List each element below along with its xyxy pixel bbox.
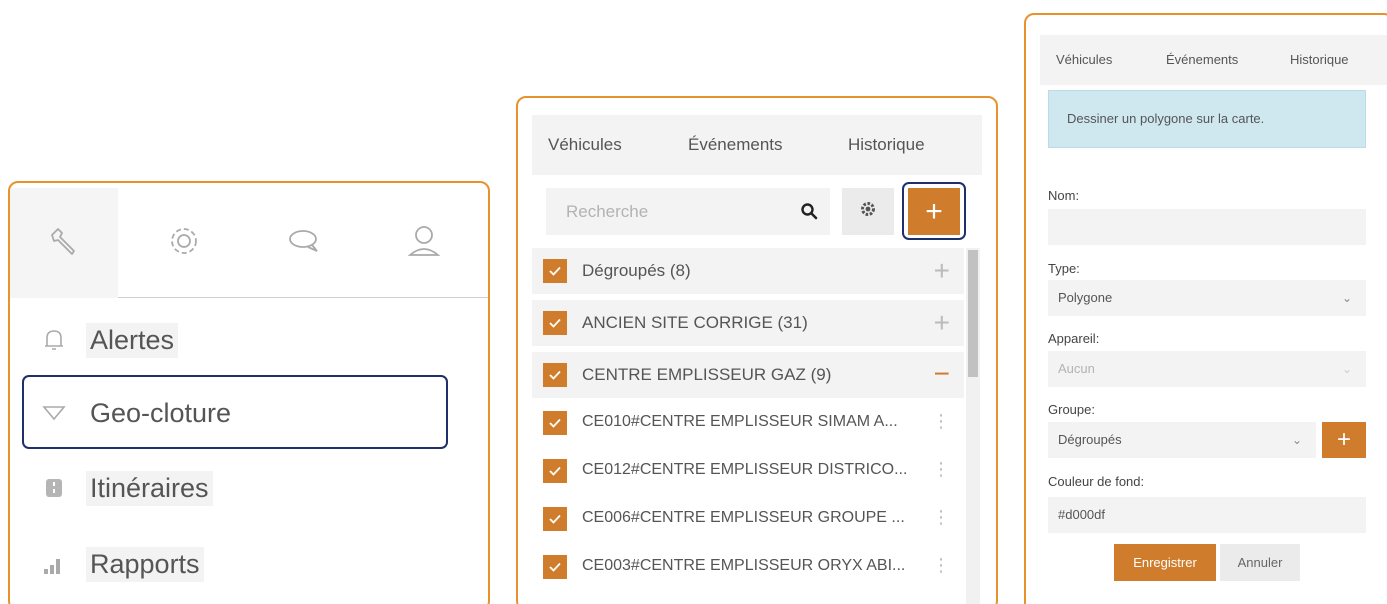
group-row[interactable]: ANCIEN SITE CORRIGE (31) + (532, 300, 964, 346)
group-label: Dégroupés (8) (582, 261, 691, 280)
device-label: CE006#CENTRE EMPLISSEUR GROUPE ... (582, 509, 905, 526)
gear-icon (859, 200, 877, 223)
device-select-value: Aucun (1058, 361, 1095, 376)
tab-events[interactable]: Événements (1166, 35, 1238, 85)
tab-settings[interactable] (130, 188, 238, 298)
device-label: CE012#CENTRE EMPLISSEUR DISTRICO... (582, 461, 908, 478)
fill-color-field[interactable]: #d000df (1048, 497, 1366, 533)
group-checkbox[interactable] (543, 311, 567, 335)
device-row[interactable]: CE003#CENTRE EMPLISSEUR ORYX ABI... ⋮ (532, 544, 964, 590)
group-list: Dégroupés (8) + ANCIEN SITE CORRIGE (31)… (532, 248, 964, 604)
tab-history[interactable]: Historique (848, 115, 925, 175)
scrollbar[interactable] (966, 248, 980, 604)
user-icon (404, 221, 444, 266)
fill-color-label: Couleur de fond: (1048, 474, 1145, 489)
tab-bar: Véhicules Événements Historique (1040, 35, 1387, 85)
road-icon (40, 474, 68, 502)
expand-icon[interactable]: + (934, 257, 950, 285)
search-input[interactable]: Recherche (546, 188, 830, 235)
settings-button[interactable] (842, 188, 894, 235)
search-placeholder: Recherche (566, 202, 649, 221)
tab-history[interactable]: Historique (1290, 35, 1349, 85)
chat-icon (284, 221, 324, 266)
tab-vehicles[interactable]: Véhicules (1056, 35, 1112, 85)
group-select[interactable]: Dégroupés ⌄ (1048, 422, 1316, 458)
group-select-value: Dégroupés (1058, 432, 1122, 447)
expand-icon[interactable]: + (934, 309, 950, 337)
device-label: CE010#CENTRE EMPLISSEUR SIMAM A... (582, 413, 898, 430)
menu-item-reports[interactable]: Rapports (40, 539, 204, 589)
group-row[interactable]: CENTRE EMPLISSEUR GAZ (9) − (532, 352, 964, 398)
add-button-highlight-box (902, 182, 966, 240)
more-options-icon[interactable]: ⋮ (932, 459, 950, 480)
gear-icon (164, 221, 204, 266)
bar-chart-icon (40, 550, 68, 578)
more-options-icon[interactable]: ⋮ (932, 555, 950, 576)
collapse-icon[interactable]: − (934, 360, 950, 388)
geofence-form-panel: Véhicules Événements Historique Dessiner… (1024, 13, 1387, 604)
tab-bar: Véhicules Événements Historique (532, 115, 982, 175)
device-row[interactable]: CE006#CENTRE EMPLISSEUR GROUPE ... ⋮ (532, 496, 964, 542)
device-select[interactable]: Aucun ⌄ (1048, 351, 1366, 387)
bell-icon (40, 326, 68, 354)
device-label: CE003#CENTRE EMPLISSEUR ORYX ABI... (582, 557, 906, 574)
chevron-down-icon: ⌄ (1291, 433, 1302, 447)
tab-vehicles[interactable]: Véhicules (548, 115, 622, 175)
device-checkbox[interactable] (543, 507, 567, 531)
info-banner: Dessiner un polygone sur la carte. (1048, 90, 1366, 148)
device-checkbox[interactable] (543, 459, 567, 483)
device-row[interactable]: CE010#CENTRE EMPLISSEUR SIMAM A... ⋮ (532, 400, 964, 446)
add-group-button[interactable]: + (1322, 422, 1366, 458)
device-row[interactable]: CE012#CENTRE EMPLISSEUR DISTRICO... ⋮ (532, 448, 964, 494)
type-select[interactable]: Polygone ⌄ (1048, 280, 1366, 316)
chevron-down-icon: ⌄ (1341, 362, 1352, 376)
tab-user[interactable] (370, 188, 478, 298)
menu-item-label: Itinéraires (86, 470, 213, 506)
save-button[interactable]: Enregistrer (1114, 544, 1216, 581)
more-options-icon[interactable]: ⋮ (932, 411, 950, 432)
search-icon[interactable] (800, 202, 818, 225)
group-label: ANCIEN SITE CORRIGE (31) (582, 313, 808, 332)
sidebar-panel: Alertes Geo-cloture Itinéraires Rapports (8, 181, 490, 604)
tab-events[interactable]: Événements (688, 115, 783, 175)
geofence-highlight-box (22, 375, 448, 449)
device-list: Véhicules Événements Historique Recherch… (532, 115, 982, 604)
device-checkbox[interactable] (543, 555, 567, 579)
type-select-value: Polygone (1058, 290, 1113, 305)
device-list-panel: Véhicules Événements Historique Recherch… (516, 96, 998, 604)
type-label: Type: (1048, 261, 1080, 276)
scrollbar-thumb[interactable] (968, 250, 978, 377)
group-checkbox[interactable] (543, 259, 567, 283)
tab-tools[interactable] (10, 188, 118, 298)
name-label: Nom: (1048, 188, 1080, 203)
name-field[interactable] (1048, 209, 1366, 245)
group-label: Groupe: (1048, 402, 1095, 417)
device-label: Appareil: (1048, 331, 1100, 346)
more-options-icon[interactable]: ⋮ (932, 507, 950, 528)
group-label: CENTRE EMPLISSEUR GAZ (9) (582, 365, 832, 384)
menu-item-label: Alertes (86, 322, 179, 358)
menu-item-label: Rapports (86, 546, 204, 582)
group-row[interactable]: Dégroupés (8) + (532, 248, 964, 294)
chevron-down-icon: ⌄ (1341, 291, 1352, 305)
cancel-button[interactable]: Annuler (1220, 544, 1300, 581)
sidebar-tab-bar (10, 183, 488, 298)
tab-messages[interactable] (250, 188, 358, 298)
wrench-icon (44, 221, 84, 266)
menu-item-routes[interactable]: Itinéraires (40, 463, 213, 513)
device-checkbox[interactable] (543, 411, 567, 435)
group-checkbox[interactable] (543, 363, 567, 387)
menu-item-alerts[interactable]: Alertes (40, 315, 179, 365)
